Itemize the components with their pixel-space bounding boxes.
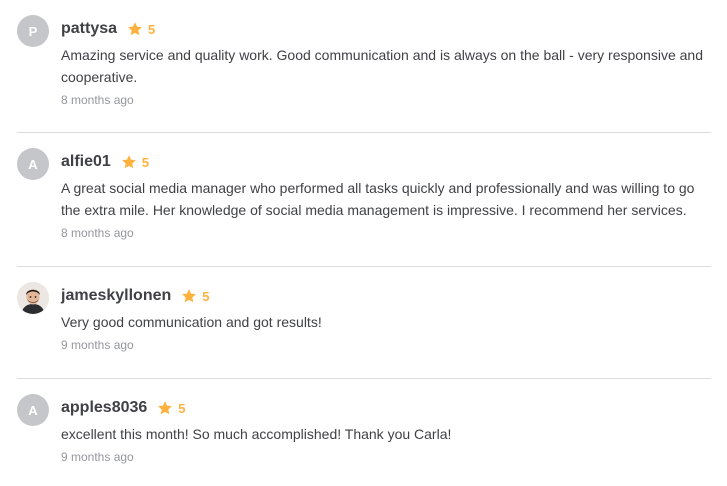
reviewer-username[interactable]: alfie01 <box>61 153 111 171</box>
rating-value: 5 <box>141 154 150 170</box>
star-icon <box>121 155 136 169</box>
reviewer-username[interactable]: apples8036 <box>61 399 147 417</box>
review-rating: 5 <box>127 21 155 37</box>
review-rating: 5 <box>157 400 186 416</box>
avatar[interactable]: A <box>17 394 49 426</box>
star-icon <box>158 401 173 415</box>
review-text: excellent this month! So much accomplish… <box>61 426 452 442</box>
review-body: jameskyllonen 5 Very good communication … <box>61 285 711 352</box>
avatar[interactable] <box>17 282 49 314</box>
review-item: jameskyllonen 5 Very good communication … <box>17 267 711 379</box>
review-text: A great social media manager who perform… <box>61 180 695 218</box>
review-item: A apples8036 5 excellent this month! So … <box>17 379 711 486</box>
review-text: Amazing service and quality work. Good c… <box>61 47 703 85</box>
reviewer-username[interactable]: pattysa <box>61 20 117 38</box>
review-header: alfie01 5 <box>61 151 711 173</box>
avatar[interactable]: P <box>17 15 49 47</box>
review-body: alfie01 5 A great social media manager w… <box>61 151 711 240</box>
review-time: 8 months ago <box>61 93 134 107</box>
rating-value: 5 <box>202 288 210 304</box>
star-icon <box>182 289 197 303</box>
user-photo-icon <box>17 282 49 314</box>
rating-value: 5 <box>148 21 156 37</box>
review-rating: 5 <box>181 288 210 304</box>
avatar[interactable]: A <box>17 148 49 180</box>
review-body: pattysa 5 Amazing service and quality wo… <box>61 18 711 107</box>
review-text: Very good communication and got results! <box>61 314 322 330</box>
reviews-list: P pattysa 5 Amazing service and quality … <box>0 0 711 486</box>
rating-value: 5 <box>178 400 186 416</box>
star-icon <box>128 22 142 36</box>
review-header: jameskyllonen 5 <box>61 285 711 307</box>
review-time: 9 months ago <box>61 338 134 352</box>
review-time: 8 months ago <box>61 226 134 240</box>
review-header: apples8036 5 <box>61 397 711 419</box>
review-body: apples8036 5 excellent this month! So mu… <box>61 397 711 464</box>
review-item: P pattysa 5 Amazing service and quality … <box>17 0 711 133</box>
reviewer-username[interactable]: jameskyllonen <box>61 287 171 305</box>
review-rating: 5 <box>121 154 149 170</box>
review-time: 9 months ago <box>61 450 134 464</box>
review-item: A alfie01 5 A great social media manager… <box>17 133 711 267</box>
review-header: pattysa 5 <box>61 18 711 40</box>
